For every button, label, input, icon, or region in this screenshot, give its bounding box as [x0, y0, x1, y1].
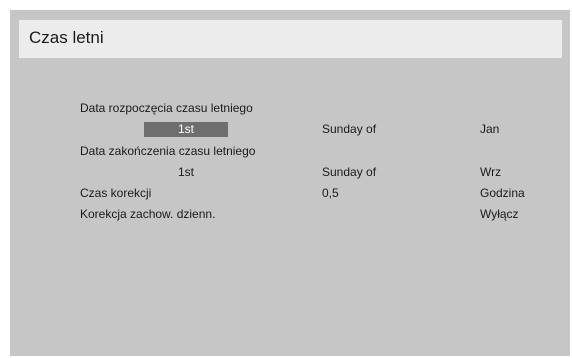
dst-end-weekday-selector[interactable]: Sunday of	[322, 164, 376, 180]
correction-time-unit: Godzina	[480, 186, 525, 200]
osd-menu-panel: Czas letni Data rozpoczęcia czasu letnie…	[10, 10, 570, 356]
dst-end-month-selector[interactable]: Wrz	[480, 164, 501, 180]
dst-start-weekday-selector[interactable]: Sunday of	[322, 121, 376, 137]
dst-end-week-selector[interactable]: 1st	[144, 164, 228, 180]
dst-start-month-selector[interactable]: Jan	[480, 121, 499, 137]
dst-start-date-label: Data rozpoczęcia czasu letniego	[80, 101, 253, 115]
dst-start-week-selector[interactable]: 1st	[144, 122, 228, 137]
correction-time-label: Czas korekcji	[80, 186, 152, 200]
menu-title-bar: Czas letni	[19, 20, 562, 58]
menu-title: Czas letni	[29, 28, 104, 47]
daylight-saving-correction-label: Korekcja zachow. dzienn.	[80, 207, 216, 221]
dst-end-date-label: Data zakończenia czasu letniego	[80, 144, 256, 158]
correction-time-value[interactable]: 0,5	[322, 185, 339, 201]
daylight-saving-correction-value[interactable]: Wyłącz	[480, 206, 519, 222]
